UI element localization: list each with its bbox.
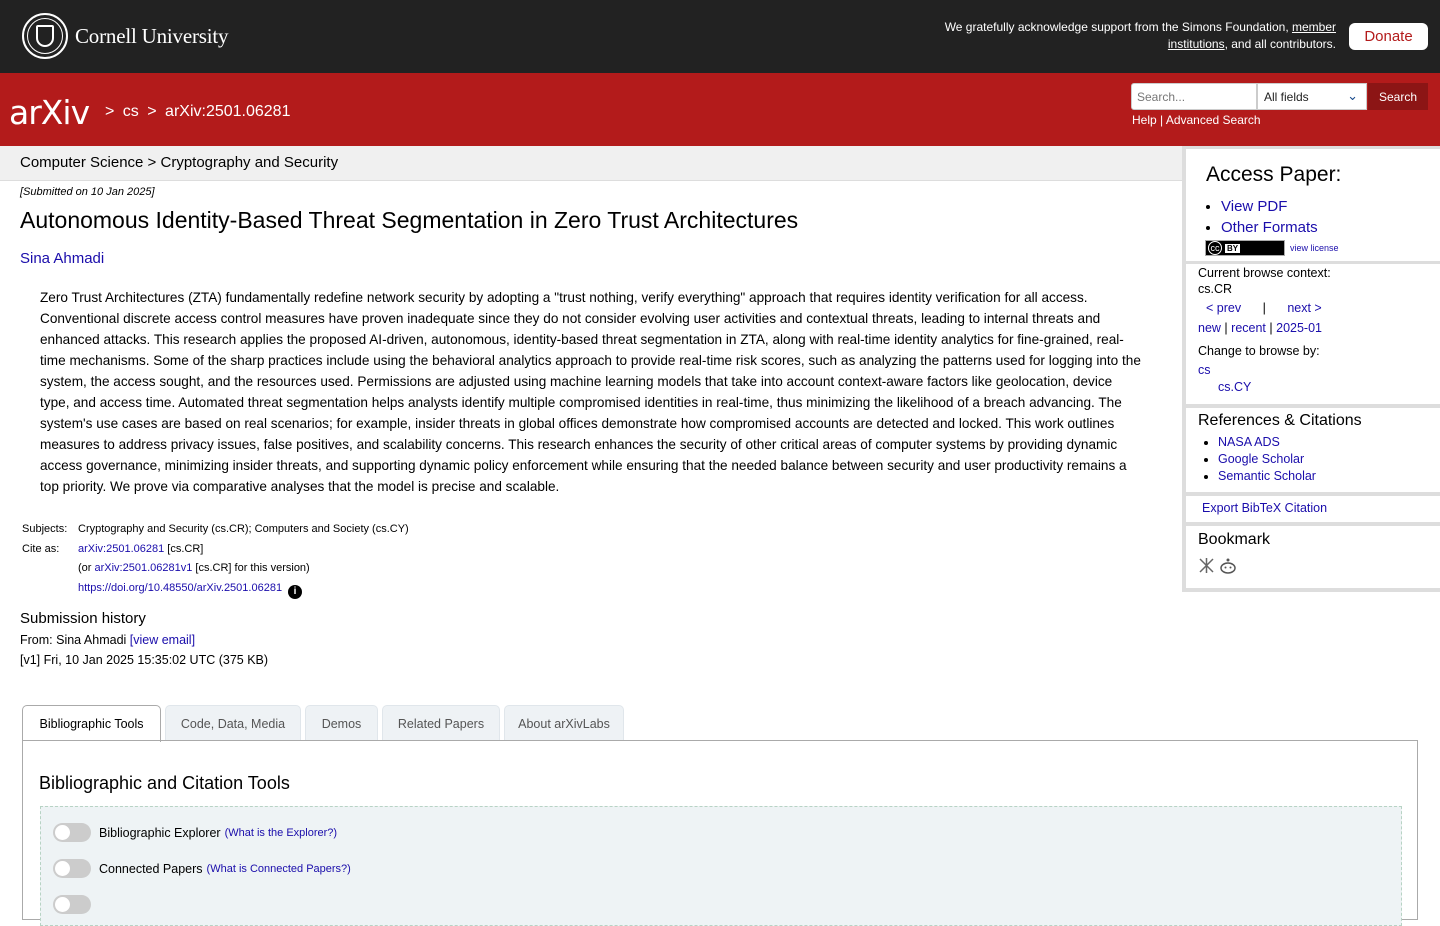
cc-license-badge[interactable]: cc BY [1205,240,1285,256]
subjects: Cryptography and Security (cs.CR); Compu… [78,523,409,535]
semantic-scholar-link[interactable]: Semantic Scholar [1218,469,1316,483]
category-header: Computer Science > Cryptography and Secu… [0,146,1182,181]
search-button[interactable]: Search [1368,83,1428,110]
submission-from: From: Sina Ahmadi [view email] [20,633,196,647]
cite-link[interactable]: arXiv:2501.06281 [78,543,164,555]
search-input[interactable]: Search... [1131,83,1257,110]
other-formats-link[interactable]: Other Formats [1221,219,1318,236]
view-pdf-link[interactable]: View PDF [1221,198,1287,215]
new-link[interactable]: new [1198,321,1221,335]
support-text: We gratefully acknowledge support from t… [944,20,1336,51]
sidebar: Access Paper: View PDF Other Formats ccB… [1182,146,1440,592]
search-links: Help | Advanced Search [1132,113,1261,127]
cornell-logo[interactable]: Cornell University [22,13,228,59]
connected-papers-toggle[interactable] [53,859,91,878]
bookmark-title: Bookmark [1198,531,1271,548]
doi-link[interactable]: https://doi.org/10.48550/arXiv.2501.0628… [78,582,282,594]
browse-context-box: Current browse context: cs.CR < prev | n… [1186,264,1440,404]
references-box: References & Citations NASA ADS Google S… [1186,408,1440,492]
recent-link[interactable]: recent [1231,321,1266,335]
view-license-link[interactable]: view license [1290,243,1339,253]
tools-panel: Bibliographic and Citation Tools Bibliog… [22,740,1418,926]
advanced-search-link[interactable]: Advanced Search [1166,113,1261,127]
access-list: View PDF Other Formats [1221,196,1318,238]
prev-link[interactable]: < prev [1206,301,1241,315]
search-field-select[interactable]: All fields ⌄ [1257,83,1367,110]
explorer-help-link[interactable]: (What is the Explorer?) [225,827,337,839]
help-link[interactable]: Help [1132,113,1157,127]
references-title: References & Citations [1198,412,1362,429]
tab-demos[interactable]: Demos [305,705,378,741]
paper-title: Autonomous Identity-Based Threat Segment… [20,207,799,233]
tab-about-arxivlabs[interactable]: About arXivLabs [504,705,624,741]
access-paper-title: Access Paper: [1206,163,1342,186]
top-bar: Cornell University We gratefully acknowl… [0,0,1440,73]
nasa-ads-link[interactable]: NASA ADS [1218,435,1280,449]
month-link[interactable]: 2025-01 [1276,321,1322,335]
export-bibtex-link[interactable]: Export BibTeX Citation [1202,501,1327,515]
cc-icon: cc [1208,241,1222,255]
author-link[interactable]: Sina Ahmadi [20,250,104,267]
bookmark-box: Bookmark [1186,526,1440,588]
bibtex-box: Export BibTeX Citation [1186,496,1440,522]
tool-connected-papers: Connected Papers (What is Connected Pape… [53,859,351,878]
category-path: Computer Science > Cryptography and Secu… [20,154,339,171]
browse-cscy-link[interactable]: cs.CY [1218,380,1251,394]
next-link[interactable]: next > [1287,301,1321,315]
chevron-down-icon: ⌄ [1347,88,1358,103]
info-icon[interactable]: i [288,584,303,599]
tool-bibliographic-explorer: Bibliographic Explorer (What is the Expl… [53,823,337,842]
tab-related-papers[interactable]: Related Papers [382,705,500,741]
crumb-cs[interactable]: cs [123,103,139,120]
submission-history-title: Submission history [20,610,146,627]
metadata-table: Subjects: Cryptography and Security (cs.C… [22,520,409,599]
tool-next [53,895,99,914]
submitted-date: [Submitted on 10 Jan 2025] [20,186,155,198]
tab-code-data-media[interactable]: Code, Data, Media [165,705,301,741]
arxiv-header: arXiv > cs > arXiv:2501.06281 Search... … [0,73,1440,146]
crumb-paper-id: arXiv:2501.06281 [165,103,291,120]
donate-button[interactable]: Donate [1349,23,1428,50]
breadcrumb: > cs > arXiv:2501.06281 [105,103,291,120]
abstract: Zero Trust Architectures (ZTA) fundament… [40,290,1141,494]
cornell-seal-icon [22,13,68,59]
cornell-name: Cornell University [75,23,229,48]
tab-bibliographic-tools[interactable]: Bibliographic Tools [22,705,161,742]
explorer-toggle[interactable] [53,823,91,842]
reddit-icon[interactable] [1219,557,1237,575]
submission-v1: [v1] Fri, 10 Jan 2025 15:35:02 UTC (375 … [20,653,269,667]
labs-tabs: Bibliographic Tools Code, Data, Media De… [22,705,628,742]
browse-cs-link[interactable]: cs [1198,363,1211,377]
access-paper-box: Access Paper: View PDF Other Formats ccB… [1186,149,1440,261]
bibsonomy-icon[interactable] [1198,557,1215,574]
version-link[interactable]: arXiv:2501.06281v1 [95,562,193,574]
view-email-link[interactable]: [view email] [130,633,195,647]
connected-papers-help-link[interactable]: (What is Connected Papers?) [207,863,351,875]
next-toggle[interactable] [53,895,91,914]
tools-box: Bibliographic Explorer (What is the Expl… [40,806,1402,926]
panel-title: Bibliographic and Citation Tools [39,773,290,793]
google-scholar-link[interactable]: Google Scholar [1218,452,1304,466]
arxiv-logo[interactable]: arXiv [9,93,90,132]
